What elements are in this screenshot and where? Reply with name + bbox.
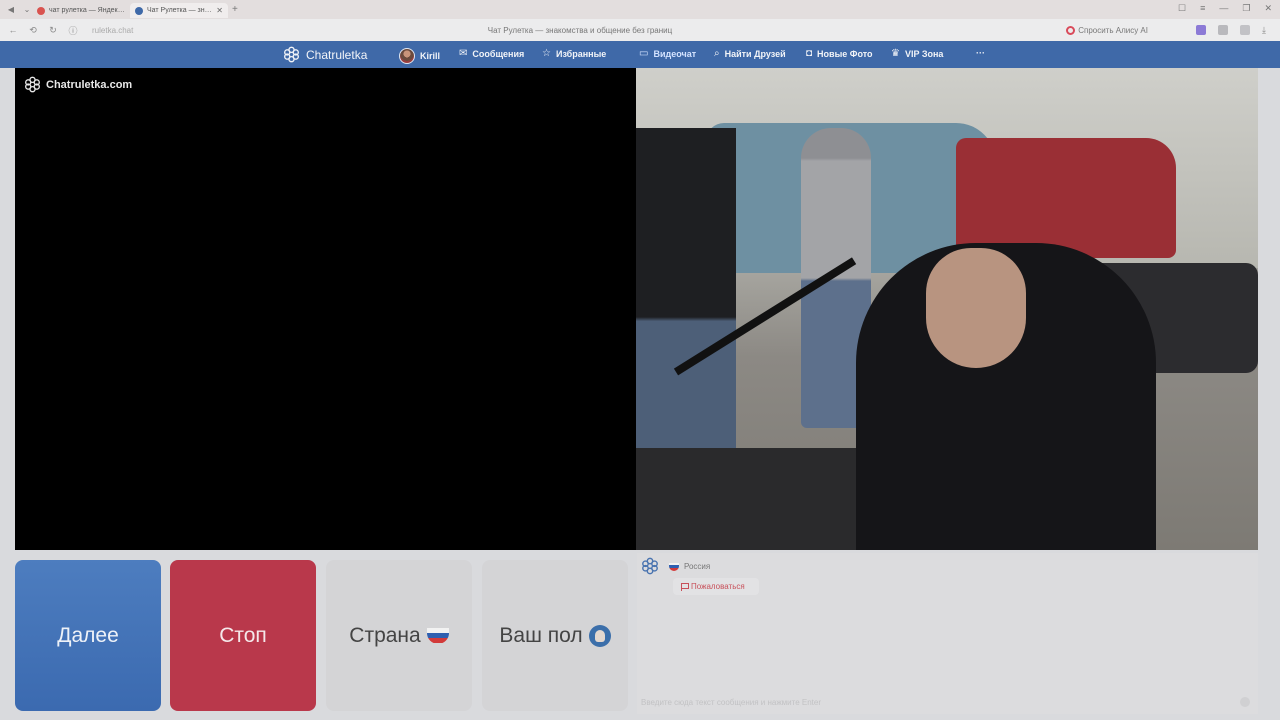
- more-icon: ···: [976, 48, 985, 58]
- alice-button[interactable]: Спросить Алису AI: [1066, 25, 1148, 35]
- person-head: [926, 248, 1026, 368]
- browser-tab-bar: ◀ ⌄ чат рулетка — Яндекс: нашлось Чат Ру…: [0, 0, 1280, 19]
- local-video: Chatruletka.com: [15, 68, 636, 550]
- next-label: Далее: [57, 623, 119, 647]
- crown-icon: ♛: [891, 48, 900, 59]
- avatar: [399, 48, 415, 64]
- bookmarks-icon[interactable]: ☐: [1178, 3, 1186, 14]
- report-label: Пожаловаться: [691, 582, 745, 591]
- remote-video: [636, 68, 1258, 550]
- chatruletka-logo-icon: [25, 76, 40, 93]
- brand-name: Chatruletka: [306, 47, 368, 62]
- browser-menu-icon[interactable]: ◀: [6, 5, 16, 15]
- watermark-text: Chatruletka.com: [46, 78, 133, 91]
- extension-icon[interactable]: [1218, 25, 1228, 35]
- restore-icon[interactable]: ❐: [1242, 3, 1250, 14]
- stop-button[interactable]: Стоп: [170, 560, 316, 711]
- country-button[interactable]: Страна: [326, 560, 472, 711]
- gender-label: Ваш пол: [499, 623, 583, 647]
- nav-label: Новые Фото: [817, 48, 873, 59]
- close-window-icon[interactable]: ✕: [1264, 3, 1272, 14]
- nav-messages[interactable]: ✉ Сообщения: [459, 48, 524, 59]
- video-watermark: Chatruletka.com: [24, 76, 132, 93]
- site-logo[interactable]: Chatruletka: [283, 46, 367, 63]
- nav-label: Избранные: [555, 48, 607, 59]
- stop-label: Стоп: [219, 623, 267, 647]
- star-icon: ☆: [542, 48, 551, 59]
- tab-close-icon[interactable]: ✕: [216, 6, 223, 15]
- username: Kirill: [420, 51, 441, 61]
- tabs-dropdown-icon[interactable]: ⌄: [22, 5, 32, 15]
- browser-tab-active[interactable]: Чат Рулетка — знакомства ✕: [130, 3, 228, 18]
- envelope-icon: ✉: [459, 48, 468, 59]
- search-icon: ⌕: [714, 48, 720, 59]
- camera-icon: ◘: [806, 48, 813, 59]
- nav-label: Сообщения: [472, 48, 525, 59]
- chat-panel: Россия Пожаловаться: [637, 553, 1258, 714]
- partner-country: Россия: [669, 562, 710, 571]
- yandex-favicon-icon: [37, 6, 45, 15]
- nav-profile[interactable]: Kirill: [399, 48, 440, 64]
- red-car: [956, 138, 1176, 258]
- site-header: Chatruletka Kirill ✉ Сообщения ☆ Избранн…: [0, 41, 1280, 68]
- extension-icon[interactable]: [1196, 25, 1206, 35]
- russia-flag-icon: [669, 562, 679, 571]
- nav-new-photos[interactable]: ◘ Новые Фото: [806, 48, 873, 59]
- next-button[interactable]: Далее: [15, 560, 161, 711]
- browser-tab[interactable]: чат рулетка — Яндекс: нашлось: [32, 3, 130, 18]
- nav-vip[interactable]: ♛ VIP Зона: [891, 48, 943, 59]
- download-icon[interactable]: ⤓: [1262, 25, 1272, 35]
- minimize-icon[interactable]: —: [1219, 3, 1228, 14]
- window-controls: ☐ ≡ — ❐ ✕: [1178, 3, 1272, 14]
- page-title: Чат Рулетка — знакомства и общение без г…: [487, 25, 673, 35]
- report-button[interactable]: Пожаловаться: [673, 578, 759, 595]
- desk: [636, 448, 866, 550]
- nav-favorites[interactable]: ☆ Избранные: [542, 48, 606, 59]
- country-name: Россия: [684, 562, 711, 571]
- video-camera-icon: ▭: [639, 48, 649, 59]
- chatruletka-logo-icon: [642, 557, 658, 575]
- menu-icon[interactable]: ≡: [1200, 3, 1205, 14]
- alice-label: Спросить Алису AI: [1078, 25, 1148, 35]
- chatruletka-favicon-icon: [135, 6, 143, 15]
- nav-find-friends[interactable]: ⌕ Найти Друзей: [714, 48, 786, 59]
- russia-flag-icon: [426, 627, 449, 644]
- nav-label: Видеочат: [653, 48, 697, 59]
- tab-title: Чат Рулетка — знакомства: [147, 7, 212, 14]
- gender-button[interactable]: Ваш пол: [482, 560, 628, 711]
- nav-videochat[interactable]: ▭ Видеочат: [639, 48, 696, 59]
- chat-message-input[interactable]: [641, 695, 1253, 709]
- emoji-icon[interactable]: [1240, 697, 1250, 707]
- report-flag-icon: [681, 582, 689, 591]
- new-tab-icon[interactable]: +: [232, 4, 238, 15]
- extension-icon[interactable]: [1240, 25, 1250, 35]
- nav-label: Найти Друзей: [724, 48, 786, 59]
- tab-title: чат рулетка — Яндекс: нашлось: [49, 7, 125, 14]
- nav-label: VIP Зона: [904, 48, 944, 59]
- browser-address-bar: ← ⟲ ↻ ⓘ ruletka.chat Чат Рулетка — знако…: [0, 19, 1280, 41]
- country-label: Страна: [349, 623, 421, 647]
- chatruletka-logo-icon: [284, 46, 299, 63]
- male-avatar-icon: [588, 624, 611, 647]
- nav-more[interactable]: ···: [976, 48, 985, 58]
- alice-icon: [1066, 25, 1076, 35]
